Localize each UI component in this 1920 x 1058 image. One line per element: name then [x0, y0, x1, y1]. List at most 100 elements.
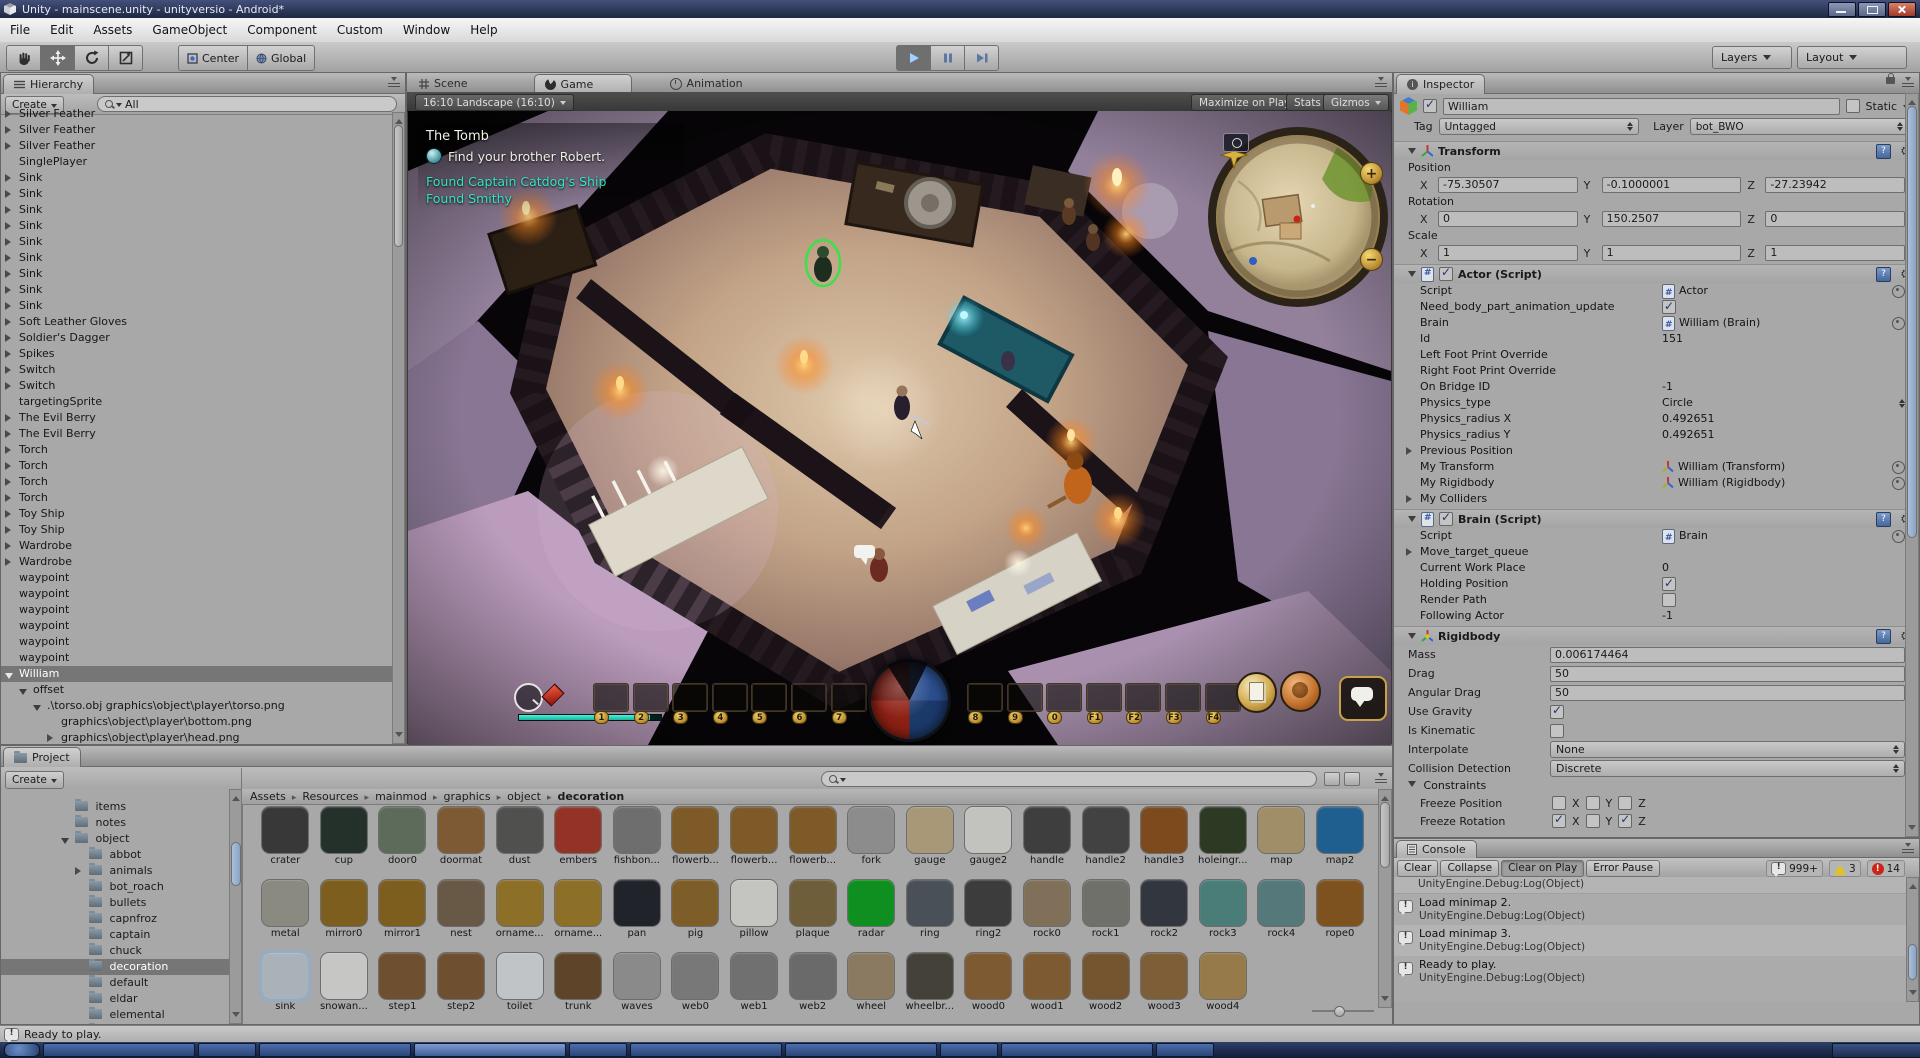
panel-menu-icon[interactable] [388, 77, 401, 88]
folder-tree-item[interactable]: elemental [1, 1007, 229, 1023]
minimap-zoom-out-button[interactable]: − [1360, 248, 1383, 271]
hierarchy-item[interactable]: Sink [1, 202, 395, 218]
project-search-input[interactable] [821, 771, 1317, 787]
tab-console[interactable]: Console [1396, 840, 1477, 858]
transform-x-field[interactable]: -75.30507 [1438, 177, 1578, 193]
hierarchy-item[interactable]: waypoint [1, 602, 395, 618]
console-message-clipped[interactable]: UnityEngine.Debug:Log(Object) [1394, 877, 1908, 894]
breadcrumb-item[interactable]: mainmod [375, 790, 443, 803]
inspector-property-row[interactable]: Script Actor [1394, 283, 1919, 299]
property-checkbox[interactable] [1662, 577, 1676, 591]
maximize-button[interactable] [1858, 2, 1886, 17]
inspector-property-row[interactable]: Physics_radius X 0.492651 [1394, 411, 1919, 427]
breadcrumb-item[interactable]: object [507, 790, 557, 803]
angular-drag-field[interactable]: 50 [1550, 685, 1905, 701]
inspector-property-row[interactable]: Move_target_queue [1394, 544, 1919, 560]
pivot-global-button[interactable]: Global [248, 45, 315, 71]
freeze-rot-z-checkbox[interactable] [1618, 814, 1632, 828]
hierarchy-item[interactable]: Sink [1, 250, 395, 266]
aspect-dropdown[interactable]: 16:10 Landscape (16:10) [415, 94, 574, 111]
asset-item[interactable]: web0 [666, 953, 725, 1012]
breadcrumb-item[interactable]: graphics [444, 790, 508, 803]
hierarchy-item[interactable]: targetingSprite [1, 394, 395, 410]
folder-tree-item[interactable]: items [1, 799, 229, 815]
transform-y-field[interactable]: -0.1000001 [1602, 177, 1742, 193]
folder-tree-item[interactable]: chuck [1, 943, 229, 959]
inspector-property-row[interactable]: Following Actor -1 [1394, 608, 1919, 624]
property-checkbox[interactable] [1662, 593, 1676, 607]
fold-arrow-icon[interactable] [1406, 447, 1416, 455]
asset-item[interactable]: nest [432, 880, 491, 939]
asset-item[interactable]: pan [608, 880, 667, 939]
asset-item[interactable]: waves [608, 953, 667, 1012]
status-bar[interactable]: Ready to play. [0, 1025, 1920, 1043]
console-clear-button[interactable]: Clear [1397, 860, 1438, 877]
interpolate-dropdown[interactable]: None [1550, 741, 1905, 758]
expand-arrow-icon[interactable] [5, 350, 15, 358]
tag-dropdown[interactable]: Untagged [1439, 118, 1639, 135]
expand-arrow-icon[interactable] [47, 734, 57, 742]
hotbar-slot[interactable]: 2 [633, 683, 669, 712]
expand-arrow-icon[interactable] [5, 382, 15, 390]
asset-item[interactable]: dust [490, 807, 549, 866]
hierarchy-item[interactable]: Torch [1, 442, 395, 458]
pivot-center-button[interactable]: Center [178, 45, 248, 71]
asset-item[interactable]: cup [315, 807, 374, 866]
hotbar-slot[interactable]: F3 [1165, 683, 1201, 712]
hotbar-slot[interactable]: F2 [1125, 683, 1161, 712]
object-picker-icon[interactable] [1892, 317, 1905, 330]
system-tray[interactable] [1832, 1043, 1920, 1058]
start-button[interactable] [4, 1043, 40, 1057]
asset-grid-scrollbar[interactable] [1378, 789, 1392, 1008]
asset-item[interactable]: flowerb... [725, 807, 784, 866]
actor-script-header[interactable]: Actor (Script) ⚙ [1394, 264, 1919, 283]
saved-search-icon[interactable] [1324, 772, 1340, 786]
enum-arrows-icon[interactable] [1894, 396, 1905, 411]
hierarchy-item[interactable]: Sink [1, 266, 395, 282]
mass-field[interactable]: 0.006174464 [1550, 647, 1905, 663]
taskbar-window-button[interactable] [630, 1043, 782, 1057]
lock-icon[interactable] [1886, 77, 1895, 84]
asset-item[interactable]: wood0 [959, 953, 1018, 1012]
asset-item[interactable]: radar [842, 880, 901, 939]
asset-item[interactable]: toilet [490, 953, 549, 1012]
expand-arrow-icon[interactable] [5, 334, 15, 342]
inspector-property-row[interactable]: Current Work Place 0 [1394, 560, 1919, 576]
hud-magnifier-button[interactable] [514, 683, 543, 712]
use-gravity-checkbox[interactable] [1550, 705, 1564, 719]
asset-item[interactable]: doormat [432, 807, 491, 866]
hierarchy-item[interactable]: Soft Leather Gloves [1, 314, 395, 330]
label-filter-icon[interactable] [1344, 772, 1360, 786]
expand-arrow-icon[interactable] [5, 414, 15, 422]
hierarchy-item[interactable]: Silver Feather [1, 106, 395, 122]
console-message[interactable]: Load minimap 2.UnityEngine.Debug:Log(Obj… [1394, 894, 1908, 925]
active-checkbox[interactable] [1423, 99, 1437, 113]
breadcrumb-item[interactable]: decoration [558, 790, 625, 803]
object-picker-icon[interactable] [1892, 461, 1905, 474]
hotbar-slot[interactable]: 7 [831, 683, 867, 712]
console-scrollbar[interactable] [1906, 877, 1919, 1002]
asset-item[interactable]: flowerb... [666, 807, 725, 866]
expand-arrow-icon[interactable] [5, 238, 15, 246]
asset-item[interactable]: wood2 [1076, 953, 1135, 1012]
inspector-property-row[interactable]: Physics_type Circle [1394, 395, 1919, 411]
hierarchy-scrollbar[interactable] [392, 112, 405, 744]
asset-item[interactable]: gauge2 [959, 807, 1018, 866]
help-icon[interactable] [1876, 267, 1891, 282]
expand-arrow-icon[interactable] [5, 526, 15, 534]
asset-item[interactable]: plaque [783, 880, 842, 939]
inspector-property-row[interactable]: Holding Position [1394, 576, 1919, 592]
transform-y-field[interactable]: 1 [1602, 245, 1742, 261]
hierarchy-item[interactable]: Switch [1, 362, 395, 378]
inspector-property-row[interactable]: Left Foot Print Override [1394, 347, 1919, 363]
inspector-property-row[interactable]: Id 151 [1394, 331, 1919, 347]
hierarchy-item[interactable]: Switch [1, 378, 395, 394]
asset-item[interactable]: wood4 [1194, 953, 1253, 1012]
step-button[interactable] [965, 45, 999, 71]
expand-arrow-icon[interactable] [5, 174, 15, 182]
folder-tree-item[interactable]: bot_roach [1, 879, 229, 895]
panel-menu-icon[interactable] [1902, 77, 1915, 88]
folder-tree-item[interactable]: animals [1, 863, 229, 879]
expand-arrow-icon[interactable] [5, 254, 15, 262]
asset-item[interactable]: embers [549, 807, 608, 866]
